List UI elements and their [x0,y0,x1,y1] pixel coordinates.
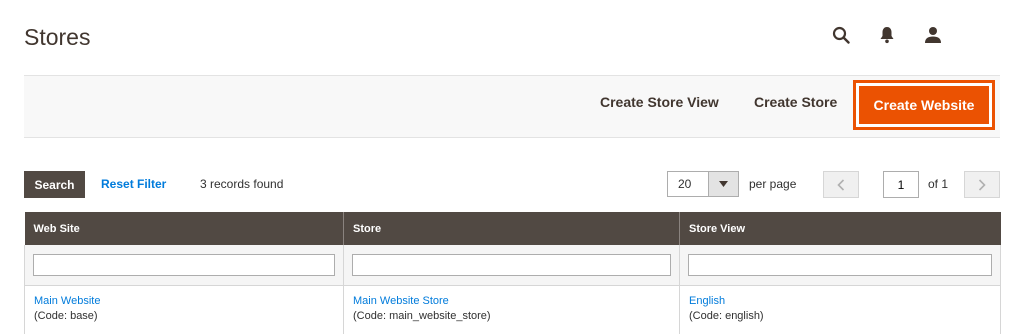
website-filter-input[interactable] [33,254,335,276]
header-actions [832,24,942,46]
next-page-button[interactable] [964,171,1000,198]
page-title: Stores [24,24,90,51]
chevron-down-icon [708,172,738,196]
grid-toolbar: Search Reset Filter 3 records found 20 p… [24,171,1000,199]
filter-row [25,245,1001,286]
total-pages-label: of 1 [928,177,948,191]
store-code: (Code: main_website_store) [353,309,670,324]
search-button[interactable]: Search [24,171,85,198]
create-store-button[interactable]: Create Store [754,94,837,110]
grid-header-row: Web Site Store Store View [25,212,1001,245]
store-link[interactable]: Main Website Store [353,294,670,309]
reset-filter-link[interactable]: Reset Filter [101,177,166,191]
page-number-input[interactable] [883,171,919,198]
page-actions-bar: Create Store View Create Store Create We… [24,75,1000,138]
records-count: 3 records found [200,177,283,191]
per-page-label: per page [749,177,796,191]
chevron-left-icon [837,179,845,191]
store-view-code: (Code: english) [689,309,991,324]
store-view-filter-input[interactable] [688,254,992,276]
search-icon[interactable] [832,24,850,46]
stores-grid: Web Site Store Store View Main Website (… [24,212,1001,334]
bell-icon[interactable] [878,24,896,46]
column-header-store[interactable]: Store [344,212,680,245]
create-website-button[interactable]: Create Website [859,86,989,124]
create-store-view-button[interactable]: Create Store View [600,94,719,110]
create-website-highlight: Create Website [853,80,995,130]
store-view-link[interactable]: English [689,294,991,309]
chevron-right-icon [978,179,986,191]
user-icon[interactable] [924,24,942,46]
store-filter-input[interactable] [352,254,671,276]
website-link[interactable]: Main Website [34,294,334,309]
column-header-website[interactable]: Web Site [25,212,344,245]
previous-page-button[interactable] [823,171,859,198]
table-row: Main Website (Code: base) Main Website S… [25,286,1001,334]
website-code: (Code: base) [34,309,334,324]
column-header-store-view[interactable]: Store View [680,212,1001,245]
per-page-select[interactable]: 20 [667,171,739,197]
per-page-value: 20 [668,172,708,196]
